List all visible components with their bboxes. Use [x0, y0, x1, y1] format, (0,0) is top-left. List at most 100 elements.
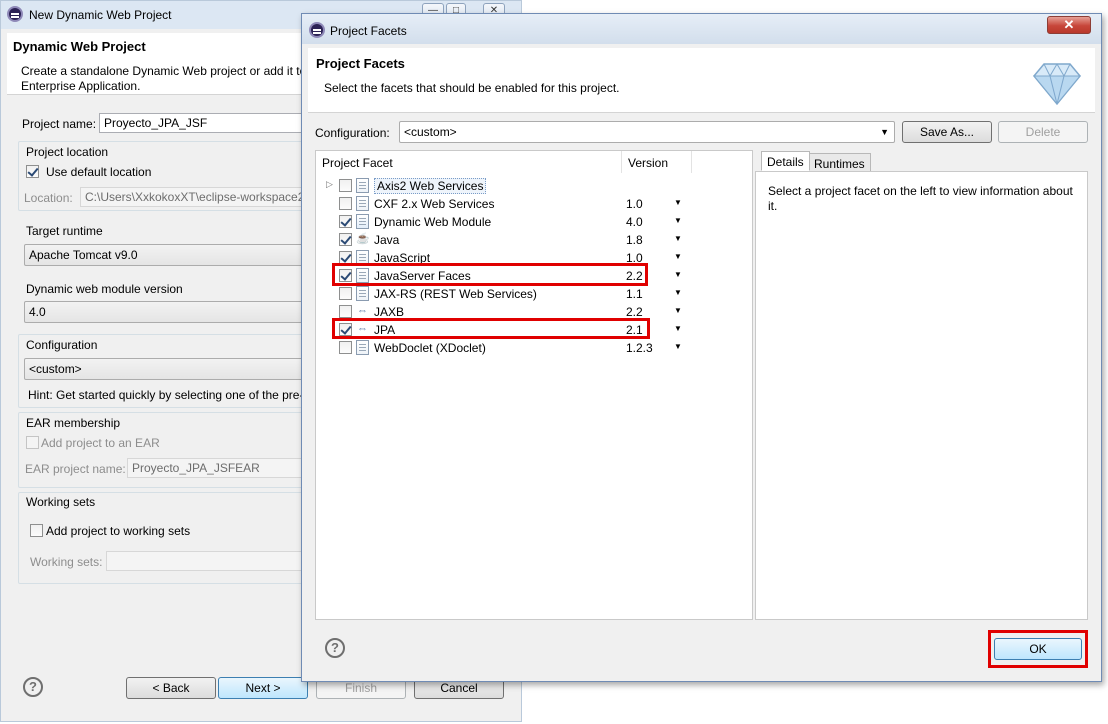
- ok-button[interactable]: OK: [994, 638, 1082, 660]
- document-icon: [356, 286, 369, 301]
- configuration-combo[interactable]: <custom>: [24, 358, 309, 380]
- facet-checkbox[interactable]: [339, 305, 352, 318]
- facet-version[interactable]: 1.8: [626, 233, 643, 247]
- facet-checkbox[interactable]: [339, 287, 352, 300]
- facet-name: Axis2 Web Services: [374, 178, 487, 194]
- dialog-header-title: Project Facets: [316, 56, 405, 71]
- add-working-sets-checkbox[interactable]: [30, 524, 43, 537]
- facet-checkbox[interactable]: [339, 233, 352, 246]
- ear-membership-label: EAR membership: [26, 416, 121, 430]
- facet-name: Dynamic Web Module: [374, 215, 492, 229]
- dialog-header-description: Select the facets that should be enabled…: [324, 81, 620, 95]
- facet-checkbox[interactable]: [339, 197, 352, 210]
- facet-name: Java: [374, 233, 400, 247]
- highlight-jpa: [332, 318, 650, 339]
- facet-checkbox[interactable]: [339, 341, 352, 354]
- arrows-icon: ⇔: [357, 305, 368, 317]
- facet-name: WebDoclet (XDoclet): [374, 341, 486, 355]
- location-field[interactable]: C:\Users\XxkokoxXT\eclipse-workspace2\: [80, 187, 309, 207]
- facet-row[interactable]: CXF 2.x Web Services 1.0 ▼: [316, 195, 752, 213]
- ear-project-name-field[interactable]: Proyecto_JPA_JSFEAR: [127, 458, 309, 478]
- chevron-down-icon[interactable]: ▼: [674, 252, 682, 261]
- use-default-location-checkbox[interactable]: [26, 165, 39, 178]
- facet-version[interactable]: 1.1: [626, 287, 643, 301]
- use-default-location-label: Use default location: [46, 165, 152, 179]
- working-sets-field[interactable]: [106, 551, 309, 571]
- configuration-label: Configuration:: [315, 126, 390, 140]
- project-location-group-label: Project location: [26, 145, 109, 159]
- highlight-javaserver-faces: [332, 263, 648, 286]
- expand-arrow-icon[interactable]: ▷: [326, 179, 333, 190]
- facet-row[interactable]: ☕ Java 1.8 ▼: [316, 231, 752, 249]
- facet-checkbox[interactable]: [339, 179, 352, 192]
- configuration-label: Configuration: [26, 338, 98, 352]
- dialog-title: Project Facets: [330, 24, 407, 38]
- details-text: Select a project facet on the left to vi…: [768, 184, 1073, 213]
- project-name-label: Project name:: [22, 117, 97, 131]
- wizard-title: Dynamic Web Project: [13, 39, 146, 54]
- eclipse-icon: [309, 22, 325, 38]
- chevron-down-icon[interactable]: ▼: [674, 234, 682, 243]
- facet-row[interactable]: JAX-RS (REST Web Services) 1.1 ▼: [316, 285, 752, 303]
- diamond-icon: [1032, 63, 1082, 106]
- save-as-button[interactable]: Save As...: [902, 121, 992, 143]
- chevron-down-icon[interactable]: ▼: [674, 216, 682, 225]
- window-title: New Dynamic Web Project: [29, 8, 172, 22]
- document-icon: [356, 178, 369, 193]
- ear-project-name-label: EAR project name:: [25, 462, 126, 476]
- delete-button[interactable]: Delete: [998, 121, 1088, 143]
- chevron-down-icon[interactable]: ▼: [674, 342, 682, 351]
- close-icon[interactable]: ✕: [1047, 16, 1091, 34]
- working-sets-group-label: Working sets: [26, 495, 96, 509]
- wizard-description-line1: Create a standalone Dynamic Web project …: [21, 64, 307, 78]
- add-working-sets-label: Add project to working sets: [46, 524, 191, 538]
- chevron-down-icon[interactable]: ▼: [674, 288, 682, 297]
- facet-version[interactable]: 1.0: [626, 197, 643, 211]
- location-label: Location:: [24, 191, 73, 205]
- wizard-description-line2: Enterprise Application.: [21, 79, 141, 93]
- dialog-title-bar[interactable]: Project Facets ✕: [302, 14, 1101, 44]
- tab-runtimes[interactable]: Runtimes: [808, 153, 871, 173]
- add-to-ear-checkbox[interactable]: [26, 436, 39, 449]
- column-header-project-facet[interactable]: Project Facet: [316, 151, 622, 173]
- eclipse-icon: [7, 6, 23, 22]
- hint-text: Hint: Get started quickly by selecting o…: [28, 388, 304, 402]
- help-icon[interactable]: ?: [23, 677, 43, 697]
- project-name-field[interactable]: Proyecto_JPA_JSF: [99, 113, 309, 133]
- target-runtime-label: Target runtime: [26, 224, 103, 238]
- java-icon: ☕: [356, 233, 370, 245]
- web-module-icon: [356, 214, 369, 229]
- document-icon: [356, 340, 369, 355]
- facet-name: JAX-RS (REST Web Services): [374, 287, 537, 301]
- facet-row[interactable]: WebDoclet (XDoclet) 1.2.3 ▼: [316, 339, 752, 357]
- facet-name: JAXB: [374, 305, 405, 319]
- chevron-down-icon[interactable]: ▼: [674, 324, 682, 333]
- chevron-down-icon[interactable]: ▼: [674, 306, 682, 315]
- target-runtime-combo[interactable]: Apache Tomcat v9.0: [24, 244, 309, 266]
- chevron-down-icon[interactable]: ▼: [674, 198, 682, 207]
- module-version-combo[interactable]: 4.0: [24, 301, 309, 323]
- configuration-combo[interactable]: <custom> ▼: [399, 121, 895, 143]
- module-version-label: Dynamic web module version: [26, 282, 183, 296]
- facet-name: CXF 2.x Web Services: [374, 197, 495, 211]
- project-facets-dialog: Project Facets ✕ Project Facets Select t…: [301, 13, 1102, 682]
- tab-details[interactable]: Details: [761, 151, 810, 171]
- configuration-value: <custom>: [404, 125, 457, 139]
- facet-checkbox[interactable]: [339, 215, 352, 228]
- help-icon[interactable]: ?: [325, 638, 345, 658]
- facet-version[interactable]: 1.2.3: [626, 341, 653, 355]
- working-sets-label: Working sets:: [30, 555, 103, 569]
- chevron-down-icon: ▼: [880, 127, 889, 137]
- chevron-down-icon[interactable]: ▼: [674, 270, 682, 279]
- facet-version[interactable]: 4.0: [626, 215, 643, 229]
- facet-row[interactable]: ▷ Axis2 Web Services: [316, 177, 752, 195]
- facets-table: Project Facet Version ▷ Axis2 Web Service…: [315, 150, 753, 620]
- add-to-ear-label: Add project to an EAR: [41, 436, 160, 450]
- document-icon: [356, 196, 369, 211]
- next-button[interactable]: Next >: [218, 677, 308, 699]
- back-button[interactable]: < Back: [126, 677, 216, 699]
- facet-row[interactable]: Dynamic Web Module 4.0 ▼: [316, 213, 752, 231]
- facet-version[interactable]: 2.2: [626, 305, 643, 319]
- column-header-version[interactable]: Version: [622, 151, 692, 173]
- dialog-header: Project Facets Select the facets that sh…: [308, 48, 1095, 113]
